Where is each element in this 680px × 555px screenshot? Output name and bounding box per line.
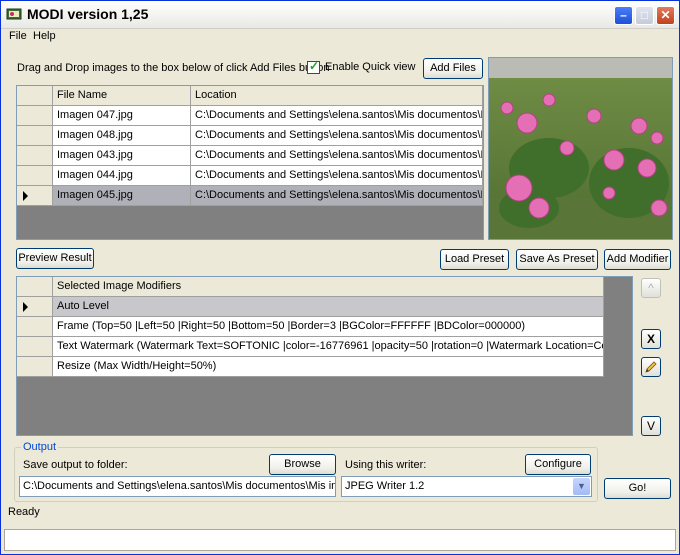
window-title: MODI version 1,25 [27, 6, 149, 22]
row-header[interactable] [17, 186, 53, 206]
row-header[interactable] [17, 357, 53, 377]
location-cell: C:\Documents and Settings\elena.santos\M… [191, 146, 483, 166]
file-name-cell: Imagen 043.jpg [53, 146, 191, 166]
table-row[interactable]: Imagen 047.jpg C:\Documents and Settings… [17, 106, 483, 126]
writer-select[interactable]: JPEG Writer 1.2 ▼ [341, 476, 592, 497]
minimize-icon: – [620, 8, 627, 22]
menu-file[interactable]: File [9, 30, 27, 42]
row-header[interactable] [17, 337, 53, 357]
row-header[interactable] [17, 106, 53, 126]
file-name-cell: Imagen 044.jpg [53, 166, 191, 186]
menu-bar: File Help [1, 29, 679, 45]
writer-select-value: JPEG Writer 1.2 [345, 480, 425, 492]
main-window: MODI version 1,25 – □ ✕ File Help Drag a… [0, 0, 680, 555]
status-bar [4, 529, 676, 551]
column-selected-modifiers[interactable]: Selected Image Modifiers [53, 277, 604, 297]
location-cell: C:\Documents and Settings\elena.santos\M… [191, 166, 483, 186]
chevron-up-icon: ^ [648, 281, 654, 295]
file-name-cell: Imagen 045.jpg [53, 186, 191, 206]
chevron-down-icon: V [646, 419, 655, 433]
row-header[interactable] [17, 317, 53, 337]
location-cell: C:\Documents and Settings\elena.santos\M… [191, 106, 483, 126]
go-button[interactable]: Go! [604, 478, 671, 499]
writer-label: Using this writer: [345, 459, 427, 471]
row-header[interactable] [17, 126, 53, 146]
table-row-selected[interactable]: Imagen 045.jpg C:\Documents and Settings… [17, 186, 483, 206]
table-row[interactable]: Imagen 043.jpg C:\Documents and Settings… [17, 146, 483, 166]
row-header-corner [17, 277, 53, 297]
modifiers-grid[interactable]: Selected Image Modifiers Auto Level Fram… [16, 276, 633, 436]
instruction-text: Drag and Drop images to the box below of… [17, 62, 330, 74]
delete-icon: X [646, 332, 655, 346]
pencil-icon [645, 361, 657, 373]
delete-modifier-button[interactable]: X [641, 329, 661, 349]
modifiers-grid-header: Selected Image Modifiers [17, 277, 604, 297]
close-button[interactable]: ✕ [656, 6, 675, 25]
maximize-button[interactable]: □ [635, 6, 654, 25]
modifier-cell: Text Watermark (Watermark Text=SOFTONIC … [53, 337, 604, 357]
folder-label: Save output to folder: [23, 459, 128, 471]
row-pointer-icon [23, 302, 28, 312]
preview-result-button[interactable]: Preview Result [16, 248, 94, 269]
modifier-cell: Frame (Top=50 |Left=50 |Right=50 |Bottom… [53, 317, 604, 337]
files-grid-header: File Name Location [17, 86, 483, 106]
row-header[interactable] [17, 297, 53, 317]
row-pointer-icon [23, 191, 28, 201]
output-group-title: Output [21, 441, 59, 453]
table-row[interactable]: Imagen 048.jpg C:\Documents and Settings… [17, 126, 483, 146]
column-file-name[interactable]: File Name [53, 86, 191, 106]
modifier-row[interactable]: Text Watermark (Watermark Text=SOFTONIC … [17, 337, 604, 357]
browse-button[interactable]: Browse [269, 454, 336, 475]
modifier-cell: Auto Level [53, 297, 604, 317]
file-name-cell: Imagen 047.jpg [53, 106, 191, 126]
move-up-button[interactable]: ^ [641, 278, 661, 298]
close-icon: ✕ [660, 8, 671, 22]
configure-button[interactable]: Configure [525, 454, 591, 475]
row-header[interactable] [17, 166, 53, 186]
save-as-preset-button[interactable]: Save As Preset [516, 249, 598, 270]
menu-help[interactable]: Help [33, 30, 56, 42]
edit-modifier-button[interactable] [641, 357, 661, 377]
add-modifier-button[interactable]: Add Modifier [604, 249, 671, 270]
quick-view-checkbox[interactable]: ✓ [307, 59, 320, 74]
files-grid[interactable]: File Name Location Imagen 047.jpg C:\Doc… [16, 85, 484, 240]
table-row[interactable]: Imagen 044.jpg C:\Documents and Settings… [17, 166, 483, 186]
row-header-corner [17, 86, 53, 106]
quick-view-preview [488, 57, 673, 240]
add-files-button[interactable]: Add Files [423, 58, 483, 79]
move-down-button[interactable]: V [641, 416, 661, 436]
column-location[interactable]: Location [191, 86, 483, 106]
app-icon [6, 8, 22, 20]
file-name-cell: Imagen 048.jpg [53, 126, 191, 146]
minimize-button[interactable]: – [614, 6, 633, 25]
check-icon: ✓ [309, 59, 320, 73]
chevron-down-icon[interactable]: ▼ [573, 478, 590, 495]
load-preset-button[interactable]: Load Preset [440, 249, 509, 270]
maximize-icon: □ [640, 8, 649, 22]
location-cell: C:\Documents and Settings\elena.santos\M… [191, 186, 483, 206]
modifier-row[interactable]: Resize (Max Width/Height=50%) [17, 357, 604, 377]
row-header[interactable] [17, 146, 53, 166]
status-text: Ready [8, 506, 40, 518]
title-bar[interactable]: MODI version 1,25 – □ ✕ [1, 1, 679, 29]
location-cell: C:\Documents and Settings\elena.santos\M… [191, 126, 483, 146]
output-folder-field[interactable]: C:\Documents and Settings\elena.santos\M… [19, 476, 336, 497]
modifier-row-selected[interactable]: Auto Level [17, 297, 604, 317]
modifier-cell: Resize (Max Width/Height=50%) [53, 357, 604, 377]
roses-image [489, 58, 672, 239]
quick-view-label: Enable Quick view [325, 61, 416, 73]
modifier-row[interactable]: Frame (Top=50 |Left=50 |Right=50 |Bottom… [17, 317, 604, 337]
